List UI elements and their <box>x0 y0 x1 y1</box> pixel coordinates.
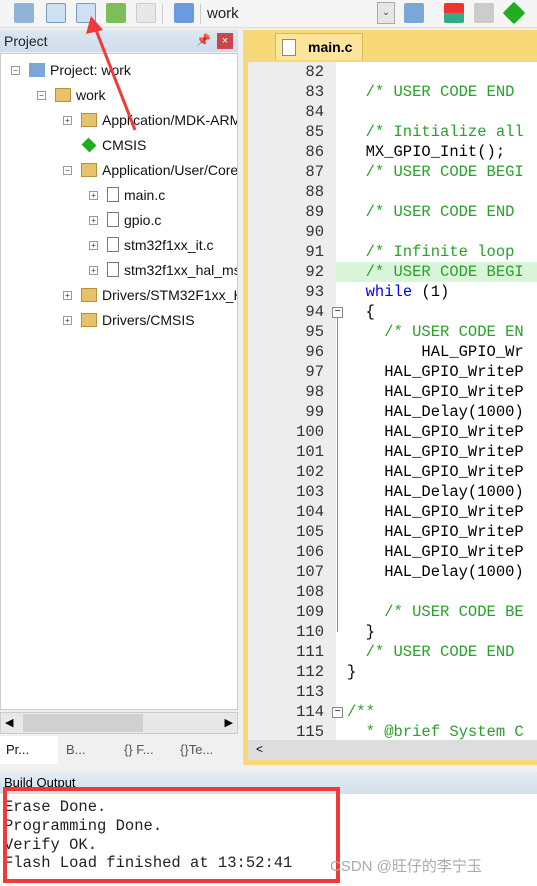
annotation-arrow <box>86 16 137 131</box>
